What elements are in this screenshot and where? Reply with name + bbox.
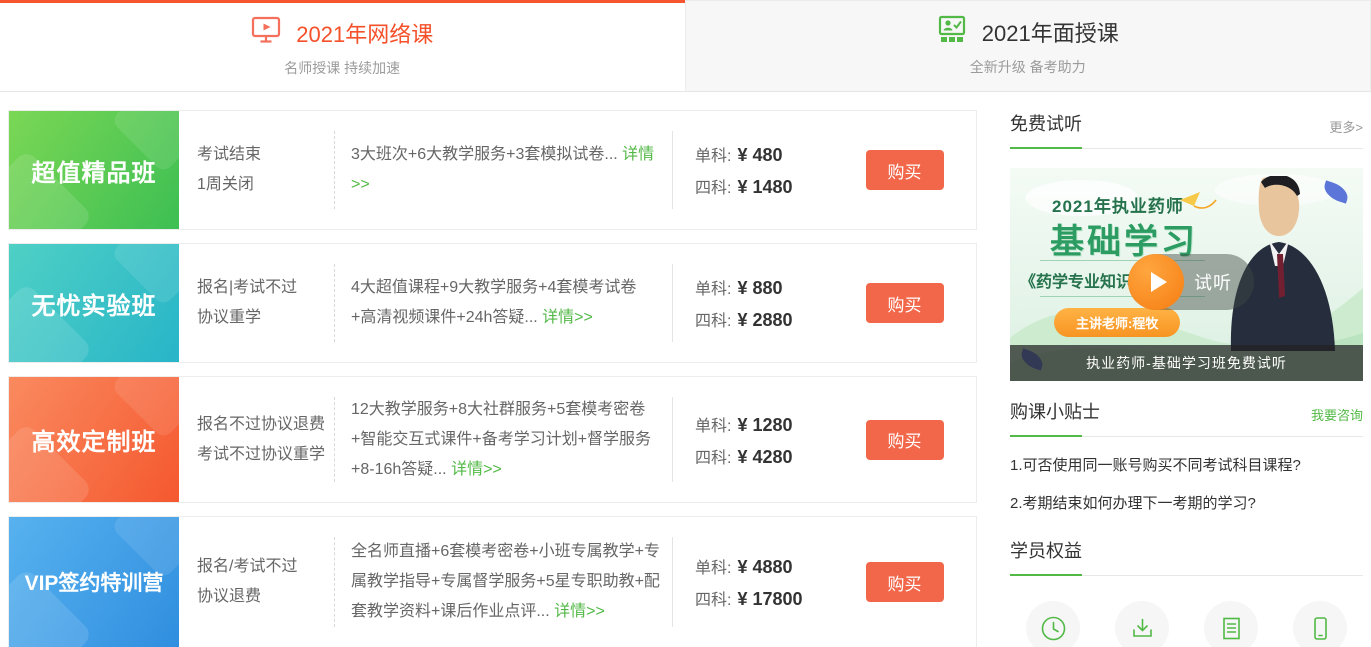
course-name: 无忧实验班 bbox=[32, 286, 157, 321]
benefits-header: 学员权益 bbox=[1010, 537, 1363, 576]
price-label: 单科: bbox=[695, 148, 731, 165]
clock-icon bbox=[1026, 601, 1080, 647]
price-single: ¥ 880 bbox=[737, 278, 782, 298]
course-badge: VIP签约特训营 bbox=[9, 517, 179, 647]
play-trial-button[interactable]: 试听 bbox=[1128, 254, 1254, 310]
course-card-vip: VIP签约特训营 报名/考试不过 协议退费 全名师直播+6套模考密卷+小班专属教… bbox=[8, 516, 977, 647]
tab-online-course[interactable]: 2021年网络课 名师授课 持续加速 bbox=[0, 0, 685, 91]
price-label: 单科: bbox=[695, 418, 731, 435]
course-badge: 高效定制班 bbox=[9, 377, 179, 502]
purchase-tips-section: 购课小贴士 我要咨询 1.可否使用同一账号购买不同考试科目课程? 2.考期结束如… bbox=[1010, 398, 1363, 513]
price-label: 四科: bbox=[695, 592, 731, 609]
features-text: 全名师直播+6套模考密卷+小班专属教学+专属教学指导+专属督学服务+5星专职助教… bbox=[351, 543, 660, 620]
buy-button[interactable]: 购买 bbox=[866, 283, 944, 323]
benefit-close-time[interactable]: 关课时间 bbox=[1279, 601, 1361, 647]
paper-plane-icon bbox=[1178, 190, 1218, 225]
status-line: 协议重学 bbox=[197, 303, 326, 333]
phone-icon bbox=[1293, 601, 1347, 647]
price-multi: ¥ 2880 bbox=[737, 310, 792, 330]
benefit-free-download[interactable]: 免费下载 bbox=[1101, 601, 1183, 647]
classroom-icon bbox=[937, 15, 967, 48]
buy-button[interactable]: 购买 bbox=[866, 562, 944, 602]
tab-offline-subtitle: 全新升级 备考助力 bbox=[970, 57, 1086, 77]
tips-header: 购课小贴士 我要咨询 bbox=[1010, 398, 1363, 437]
course-status: 报名|考试不过 协议重学 bbox=[179, 244, 334, 362]
course-name: 高效定制班 bbox=[32, 422, 157, 457]
trial-video-thumbnail[interactable]: 2021年执业药师 基础学习 《药学专业知识(一)》 主讲老师:程牧 试听 执业… bbox=[1010, 168, 1363, 381]
document-icon bbox=[1204, 601, 1258, 647]
course-features: 4大超值课程+9大教学服务+4套模考试卷+高清视频课件+24h答疑... 详情>… bbox=[335, 244, 672, 362]
price-label: 单科: bbox=[695, 560, 731, 577]
tip-item[interactable]: 2.考期结束如何办理下一考期的学习? bbox=[1010, 492, 1363, 513]
price-label: 四科: bbox=[695, 180, 731, 197]
free-trial-header: 免费试听 更多> bbox=[1010, 110, 1363, 149]
buy-button[interactable]: 购买 bbox=[866, 420, 944, 460]
course-type-tabs: 2021年网络课 名师授课 持续加速 2021年面授课 全新升级 备考助力 bbox=[0, 0, 1371, 92]
play-label: 试听 bbox=[1194, 269, 1232, 295]
price-label: 四科: bbox=[695, 313, 731, 330]
status-line: 报名|考试不过 bbox=[197, 273, 326, 303]
tab-offline-label: 2021年面授课 bbox=[982, 16, 1119, 48]
features-text: 4大超值课程+9大教学服务+4套模考试卷+高清视频课件+24h答疑... bbox=[351, 279, 636, 326]
monitor-play-icon bbox=[251, 16, 281, 49]
course-features: 12大教学服务+8大社群服务+5套模考密卷+智能交互式课件+备考学习计划+督学服… bbox=[335, 377, 672, 502]
course-card-wuyou: 无忧实验班 报名|考试不过 协议重学 4大超值课程+9大教学服务+4套模考试卷+… bbox=[8, 243, 977, 363]
course-prices: 单科: ¥ 480 四科: ¥ 1480 bbox=[673, 111, 833, 229]
status-line: 报名不过协议退费 bbox=[197, 410, 326, 440]
status-line: 考试结束 bbox=[197, 140, 326, 170]
price-single: ¥ 1280 bbox=[737, 415, 792, 435]
course-prices: 单科: ¥ 4880 四科: ¥ 17800 bbox=[673, 517, 833, 647]
price-label: 四科: bbox=[695, 450, 731, 467]
sidebar: 免费试听 更多> 2021年执业药师 基 bbox=[1010, 110, 1363, 647]
course-status: 报名不过协议退费 考试不过协议重学 bbox=[179, 377, 334, 502]
course-card-chaozhi: 超值精品班 考试结束 1周关闭 3大班次+6大教学服务+3套模拟试卷... 详情… bbox=[8, 110, 977, 230]
features-text: 3大班次+6大教学服务+3套模拟试卷... bbox=[351, 146, 622, 163]
download-icon bbox=[1115, 601, 1169, 647]
teacher-name-pill: 主讲老师:程牧 bbox=[1054, 308, 1180, 337]
status-line: 报名/考试不过 bbox=[197, 552, 326, 582]
course-card-gaoxiao: 高效定制班 报名不过协议退费 考试不过协议重学 12大教学服务+8大社群服务+5… bbox=[8, 376, 977, 503]
benefits-row: 开课时间 免费下载 续 bbox=[1010, 601, 1363, 647]
course-prices: 单科: ¥ 880 四科: ¥ 2880 bbox=[673, 244, 833, 362]
status-line: 考试不过协议重学 bbox=[197, 440, 326, 470]
more-link[interactable]: 更多> bbox=[1329, 117, 1363, 136]
buy-button[interactable]: 购买 bbox=[866, 150, 944, 190]
main-content: 超值精品班 考试结束 1周关闭 3大班次+6大教学服务+3套模拟试卷... 详情… bbox=[0, 92, 1371, 647]
course-status: 报名/考试不过 协议退费 bbox=[179, 517, 334, 647]
tip-item[interactable]: 1.可否使用同一账号购买不同考试科目课程? bbox=[1010, 454, 1363, 475]
course-features: 3大班次+6大教学服务+3套模拟试卷... 详情>> bbox=[335, 111, 672, 229]
status-line: 协议退费 bbox=[197, 582, 326, 612]
free-trial-title: 免费试听 bbox=[1010, 110, 1082, 136]
status-line: 1周关闭 bbox=[197, 170, 326, 200]
course-badge: 无忧实验班 bbox=[9, 244, 179, 362]
course-status: 考试结束 1周关闭 bbox=[179, 111, 334, 229]
course-list: 超值精品班 考试结束 1周关闭 3大班次+6大教学服务+3套模拟试卷... 详情… bbox=[8, 110, 977, 647]
detail-link[interactable]: 详情>> bbox=[554, 603, 605, 620]
benefits-title: 学员权益 bbox=[1010, 537, 1082, 563]
price-multi: ¥ 17800 bbox=[737, 589, 802, 609]
price-single: ¥ 480 bbox=[737, 145, 782, 165]
detail-link[interactable]: 详情>> bbox=[542, 309, 593, 326]
tab-offline-course[interactable]: 2021年面授课 全新升级 备考助力 bbox=[685, 0, 1371, 91]
consult-link[interactable]: 我要咨询 bbox=[1311, 405, 1363, 424]
price-multi: ¥ 1480 bbox=[737, 177, 792, 197]
video-caption: 执业药师-基础学习班免费试听 bbox=[1010, 345, 1363, 381]
play-icon bbox=[1128, 254, 1184, 310]
tab-online-subtitle: 名师授课 持续加速 bbox=[284, 58, 400, 78]
course-name: 超值精品班 bbox=[32, 153, 157, 188]
tips-title: 购课小贴士 bbox=[1010, 398, 1100, 424]
benefit-open-time[interactable]: 开课时间 bbox=[1012, 601, 1094, 647]
course-name: VIP签约特训营 bbox=[25, 567, 164, 597]
course-badge: 超值精品班 bbox=[9, 111, 179, 229]
benefit-renewal-policy[interactable]: 续学政策 bbox=[1190, 601, 1272, 647]
tab-online-label: 2021年网络课 bbox=[296, 17, 433, 49]
price-label: 单科: bbox=[695, 281, 731, 298]
course-prices: 单科: ¥ 1280 四科: ¥ 4280 bbox=[673, 377, 833, 502]
price-multi: ¥ 4280 bbox=[737, 447, 792, 467]
course-features: 全名师直播+6套模考密卷+小班专属教学+专属教学指导+专属督学服务+5星专职助教… bbox=[335, 517, 672, 647]
detail-link[interactable]: 详情>> bbox=[451, 461, 502, 478]
price-single: ¥ 4880 bbox=[737, 557, 792, 577]
